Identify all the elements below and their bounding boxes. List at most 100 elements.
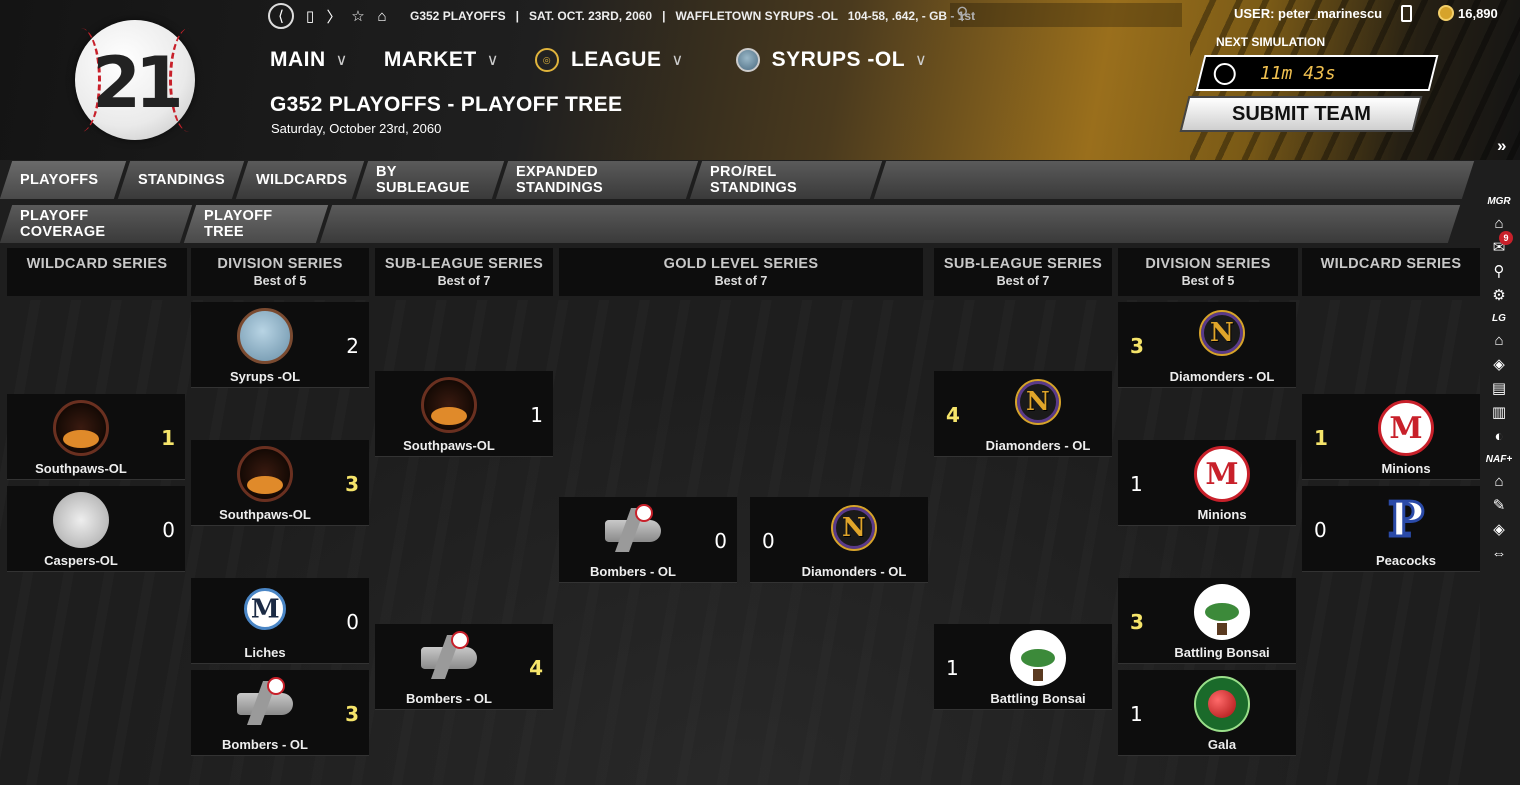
team-card-battling-bonsai[interactable]: Battling Bonsai 3 [1118, 578, 1296, 664]
phone-icon[interactable]: ▯ [298, 5, 322, 27]
plane-shape [421, 631, 477, 669]
team-card-bombers[interactable]: Bombers - OL 0 [559, 497, 737, 583]
tab-playoffs[interactable]: PLAYOFFS [0, 161, 127, 199]
expand-sidebar-icon[interactable]: » [1497, 136, 1506, 156]
submit-team-button[interactable]: SUBMIT TEAM [1179, 96, 1423, 132]
team-name: Gala [1207, 737, 1237, 752]
team-name: Southpaws-OL [219, 507, 311, 522]
series-score: 0 [714, 529, 727, 553]
chevron-down-icon: ∨ [671, 52, 684, 69]
tab-pro-rel-standings[interactable]: PRO/REL STANDINGS [689, 161, 883, 199]
simulation-time: 11m 43s [1259, 63, 1336, 84]
star-icon[interactable]: ☆ [346, 5, 370, 27]
team-card-southpaws[interactable]: Southpaws-OL 1 [7, 394, 185, 480]
team-card-syrups[interactable]: Syrups -OL 2 [191, 302, 369, 388]
diamonders-logo-letter: N [842, 512, 866, 543]
bombers-logo-icon [605, 503, 661, 559]
nav-market[interactable]: MARKET ∨ [384, 48, 499, 72]
column-header-division-right: DIVISION SERIES Best of 5 [1118, 248, 1298, 296]
team-card-southpaws[interactable]: Southpaws-OL 3 [191, 440, 369, 526]
team-card-diamonders[interactable]: N Diamonders - OL 4 [934, 369, 1112, 457]
gala-logo-icon [1194, 676, 1250, 732]
page-title: G352 PLAYOFFS - PLAYOFF TREE [270, 93, 623, 116]
nav-main[interactable]: MAIN ∨ [270, 48, 348, 72]
diamonders-logo-letter: N [1210, 317, 1234, 348]
bombers-logo-icon [237, 676, 293, 732]
team-name: Minions [1197, 507, 1247, 522]
diamonders-logo-icon: N [1005, 369, 1071, 435]
simulation-timer: 11m 43s [1195, 55, 1439, 91]
team-name: Syrups -OL [229, 369, 301, 384]
main-navigation: MAIN ∨ MARKET ∨ ◎ LEAGUE ∨ SYRUPS -OL ∨ [270, 48, 963, 72]
plane-shape [605, 504, 661, 542]
user-label[interactable]: USER: peter_marinescu [1234, 6, 1382, 21]
gear-icon[interactable]: ⚙ [1484, 283, 1514, 307]
caspers-logo-icon [53, 492, 109, 548]
tab-expanded-standings[interactable]: EXPANDED STANDINGS [495, 161, 699, 199]
sidebar-mgr-label: MGR [1487, 196, 1511, 207]
pitcher-icon[interactable]: ✎ [1484, 493, 1514, 517]
device-icon[interactable] [1401, 5, 1412, 22]
search-icon: ⚲ [956, 4, 969, 23]
tab-wildcards[interactable]: WILDCARDS [235, 161, 365, 199]
search-input[interactable]: ⚲ [950, 3, 1182, 27]
team-card-peacocks[interactable]: P Peacocks 0 [1302, 486, 1480, 572]
tab-by-subleague[interactable]: BY SUBLEAGUE [355, 161, 505, 199]
home-icon[interactable]: ⌂ [1484, 328, 1514, 352]
tab-standings[interactable]: STANDINGS [117, 161, 245, 199]
team-card-diamonders[interactable]: N Diamonders - OL 0 [750, 495, 928, 583]
stats-icon[interactable]: ▥ [1484, 400, 1514, 424]
team-card-gala[interactable]: Gala 1 [1118, 670, 1296, 756]
stopwatch-icon [1213, 63, 1236, 85]
southpaws-logo-icon [421, 377, 477, 433]
diamonders-logo-letter: N [1026, 386, 1050, 417]
peacocks-logo-letter: P [1386, 491, 1425, 550]
series-score: 0 [762, 529, 775, 553]
series-score: 0 [1314, 518, 1327, 542]
column-subtitle: Best of 7 [714, 274, 768, 288]
app-logo-number: 21 [92, 42, 183, 124]
team-card-bombers[interactable]: Bombers - OL 3 [191, 670, 369, 756]
app-logo[interactable]: 21 [75, 20, 195, 140]
mail-icon[interactable]: ✉ 9 [1484, 231, 1514, 259]
nav-league[interactable]: ◎ LEAGUE ∨ [534, 48, 684, 72]
baseball-icon[interactable]: ◐ [1484, 424, 1514, 448]
series-score: 3 [1130, 610, 1144, 634]
series-score: 2 [346, 334, 359, 358]
home-icon[interactable]: ⌂ [1484, 469, 1514, 493]
diamond-icon[interactable]: ◈ [1484, 517, 1514, 541]
tab-playoff-tree[interactable]: PLAYOFF TREE [183, 205, 329, 243]
peacocks-logo-icon: P [1378, 491, 1434, 550]
exchange-icon[interactable]: ⇔ [1484, 541, 1514, 565]
news-icon[interactable]: ▤ [1484, 376, 1514, 400]
team-card-minions[interactable]: M Minions 1 [1118, 440, 1296, 526]
team-name: Bombers - OL [406, 691, 492, 706]
right-sidebar: MGR ⌂ ✉ 9 ⚲ ⚙ LG ⌂ ◈ ▤ ▥ ◐ NAF+ ⌂ ✎ ◈ ⇔ [1484, 190, 1520, 565]
team-name: Peacocks [1376, 553, 1436, 568]
chevron-down-icon: ∨ [915, 52, 928, 69]
team-card-liches[interactable]: M Liches 0 [191, 578, 369, 664]
minions-logo-letter: M [1205, 456, 1239, 492]
team-card-diamonders[interactable]: N Diamonders - OL 3 [1118, 300, 1296, 388]
nav-team[interactable]: SYRUPS -OL ∨ [720, 48, 928, 72]
team-card-caspers[interactable]: Caspers-OL 0 [7, 486, 185, 572]
back-icon[interactable]: ⟨ [268, 3, 294, 29]
forward-icon[interactable]: 〉 [322, 5, 346, 27]
diamond-icon[interactable]: ◈ [1484, 352, 1514, 376]
search-icon[interactable]: ⚲ [1484, 259, 1514, 283]
team-card-southpaws[interactable]: Southpaws-OL 1 [375, 371, 553, 457]
series-score: 0 [162, 518, 175, 542]
team-card-minions[interactable]: M Minions 1 [1302, 394, 1480, 480]
column-title: DIVISION SERIES [217, 256, 343, 272]
series-score: 1 [946, 656, 959, 680]
tab-playoff-coverage[interactable]: PLAYOFF COVERAGE [0, 205, 193, 243]
tab-wildcards-label: WILDCARDS [256, 172, 348, 188]
liches-logo-letter: M [250, 594, 280, 624]
playoff-bracket: WILDCARD SERIES DIVISION SERIES Best of … [0, 248, 1484, 785]
home-icon[interactable]: ⌂ [370, 5, 394, 27]
team-card-bombers[interactable]: Bombers - OL 4 [375, 624, 553, 710]
team-card-battling-bonsai[interactable]: Battling Bonsai 1 [934, 624, 1112, 710]
team-name: Diamonders - OL [985, 438, 1091, 453]
southpaws-logo-icon [53, 400, 109, 456]
bonsai-logo-icon [1010, 630, 1066, 686]
